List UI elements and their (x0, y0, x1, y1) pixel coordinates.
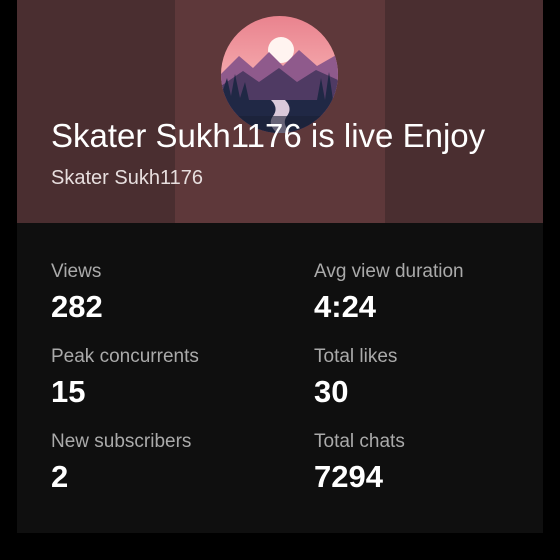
stat-value: 282 (51, 289, 103, 324)
stream-title: Skater Sukh1176 is live Enjoy (51, 117, 486, 154)
header-band-right (385, 0, 543, 223)
stat-value: 15 (51, 374, 86, 409)
stream-summary-card: Skater Sukh1176 is live Enjoy Skater Suk… (17, 0, 543, 533)
stat-total-likes: Total likes 30 (314, 346, 543, 410)
channel-name[interactable]: Skater Sukh1176 (51, 166, 203, 190)
stat-new-subscribers: New subscribers 2 (51, 431, 291, 495)
stat-value: 4:24 (314, 289, 377, 324)
stat-label: Total likes (314, 346, 398, 367)
stat-avg-view-duration: Avg view duration 4:24 (314, 261, 543, 325)
stat-peak-concurrents: Peak concurrents 15 (51, 346, 291, 410)
stream-header: Skater Sukh1176 is live Enjoy Skater Suk… (17, 0, 543, 223)
stat-label: Total chats (314, 431, 405, 452)
stat-label: New subscribers (51, 431, 192, 452)
stream-stats-grid: Views 282 Avg view duration 4:24 Peak co… (17, 223, 543, 533)
stat-views: Views 282 (51, 261, 291, 325)
stat-label: Views (51, 261, 102, 282)
stat-label: Avg view duration (314, 261, 464, 282)
stat-value: 30 (314, 374, 349, 409)
stat-label: Peak concurrents (51, 346, 199, 367)
stat-value: 7294 (314, 459, 383, 494)
stat-value: 2 (51, 459, 69, 494)
stat-total-chats: Total chats 7294 (314, 431, 543, 495)
